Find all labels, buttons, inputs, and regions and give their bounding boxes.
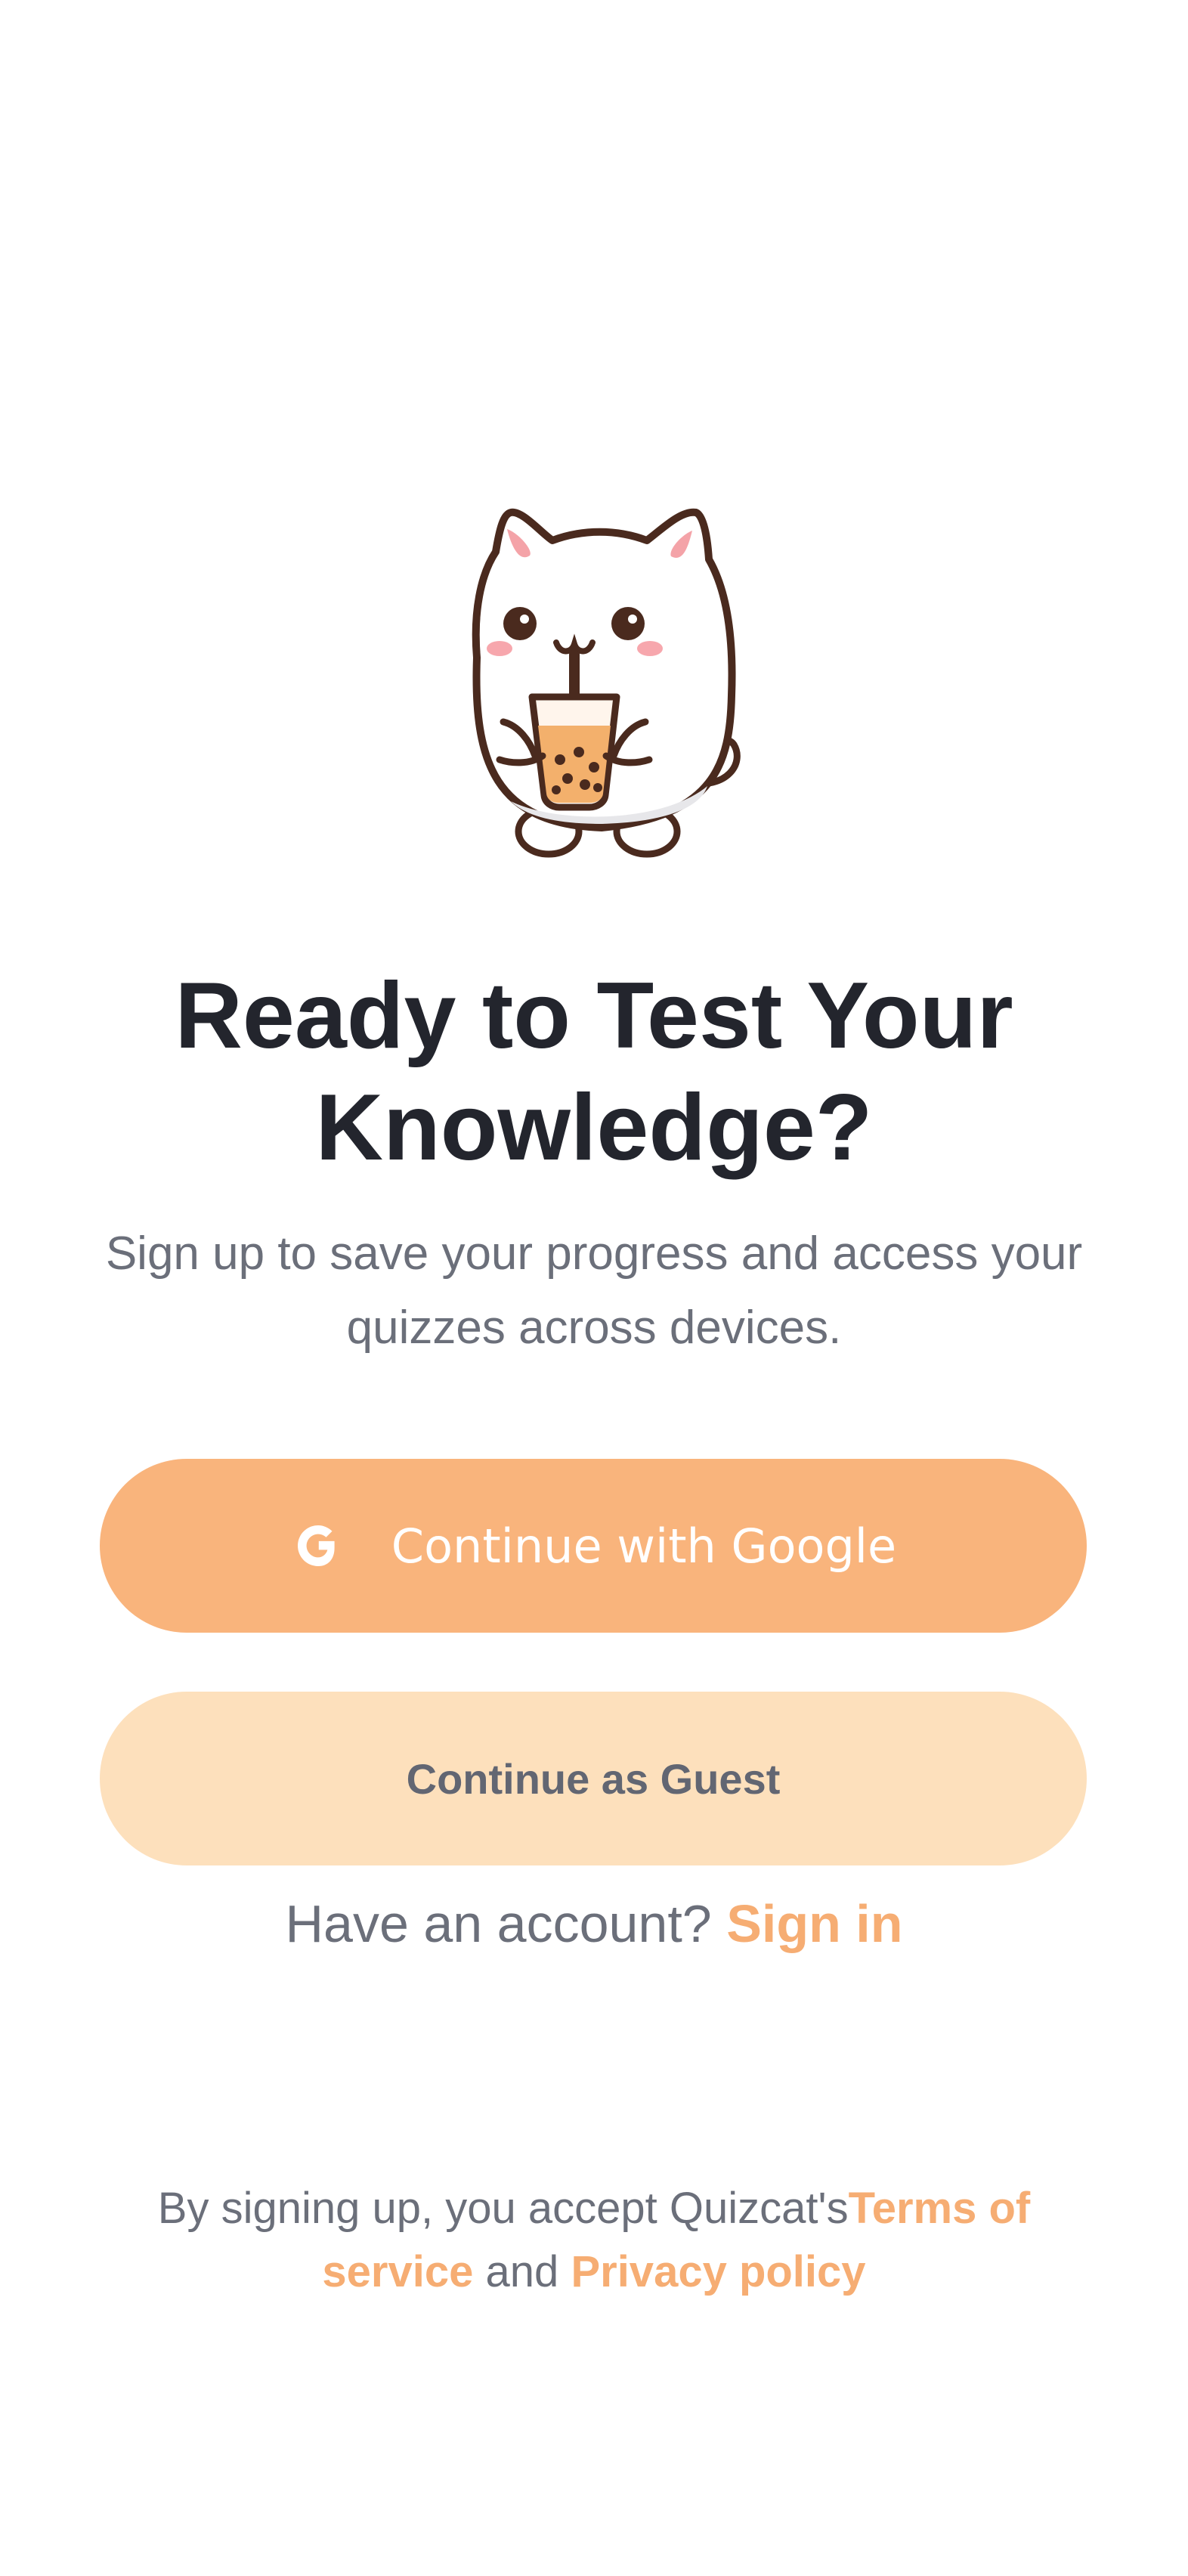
google-g-icon [290, 1518, 346, 1574]
legal-prefix-text: By signing up, you accept Quizcat's [157, 2184, 849, 2233]
sign-in-link[interactable]: Sign in [726, 1894, 902, 1953]
page-title-line1: Ready to Test Your [175, 964, 1013, 1068]
continue-as-guest-button[interactable]: Continue as Guest [100, 1692, 1087, 1865]
sign-in-prompt: Have an account? Sign in [0, 1886, 1188, 1961]
legal-notice: By signing up, you accept Quizcat'sTerms… [113, 2177, 1075, 2304]
page-subtitle: Sign up to save your progress and access… [105, 1228, 1083, 1354]
legal-conjunction-text: and [485, 2247, 559, 2296]
page-title-line2: Knowledge? [315, 1076, 873, 1180]
continue-with-google-button[interactable]: Continue with Google [100, 1459, 1087, 1633]
privacy-policy-link[interactable]: Privacy policy [571, 2247, 865, 2296]
account-prompt-text: Have an account? [285, 1894, 712, 1953]
cat-mascot-icon [435, 499, 768, 862]
page-title: Ready to Test Your Knowledge? [76, 960, 1112, 1184]
welcome-screen: Ready to Test Your Knowledge? Sign up to… [0, 0, 1188, 2576]
continue-as-guest-label: Continue as Guest [406, 1754, 781, 1803]
continue-with-google-label: Continue with Google [391, 1518, 897, 1574]
